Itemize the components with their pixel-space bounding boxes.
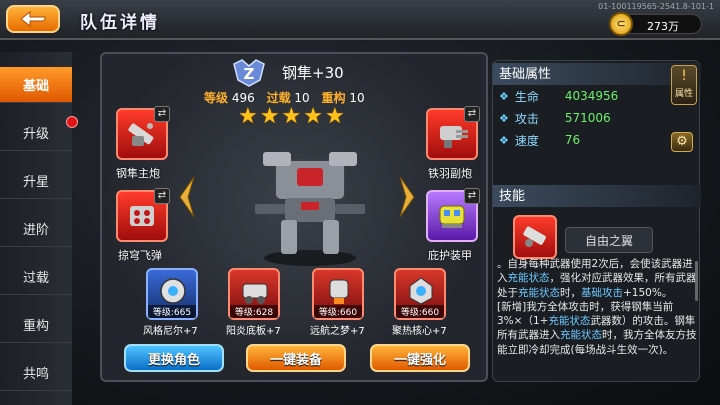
coin-icon: ⊂ (609, 12, 633, 36)
swap-icon: ⇄ (464, 106, 480, 122)
skill-desc-highlight: 充能状态 (548, 315, 591, 328)
attr-name: 攻击 (514, 111, 539, 126)
rebuild-value: 10 (349, 91, 365, 105)
core-icon (409, 277, 433, 305)
star-icon: ★ (281, 104, 302, 129)
attr-row-speed: ❖ 速度 76 (499, 131, 580, 149)
rank-badge-icon: Z (233, 59, 265, 87)
attr-value: 571006 (564, 111, 611, 125)
swap-icon: ⇄ (154, 106, 170, 122)
equip-slot-gatling[interactable]: ⇄ (426, 106, 480, 160)
skill-scrollbar[interactable] (695, 261, 698, 301)
page-title: 队伍详情 (80, 13, 160, 33)
sidebar: 基础 升级 升星 进阶 过载 重构 共鸣 (0, 52, 72, 405)
settings-gear-icon[interactable]: ⚙ (671, 132, 693, 152)
skill-desc-highlight: 充能状态 (518, 286, 560, 299)
attr-value: 76 (564, 133, 581, 147)
support-level: 等级:628 (230, 305, 278, 318)
support-level: 等级:660 (314, 305, 362, 318)
exclamation-icon: ! (681, 68, 687, 84)
thruster-icon (329, 279, 349, 304)
character-mecha-image (255, 152, 365, 266)
equip-label-missile: 掠穹飞弹 (118, 249, 162, 262)
top-bar: 队伍详情 01-100119565-2541.8-101-1 ⊂ 273万 (0, 0, 720, 40)
support-level: 等级:665 (148, 305, 196, 318)
diamond-icon: ❖ (499, 111, 509, 125)
attributes-button-label: 属性 (674, 89, 693, 99)
equip-label-main-cannon: 钢隼主炮 (116, 167, 160, 180)
attributes-header: 基础属性 (493, 63, 701, 85)
skill-desc-text: 时， (560, 286, 581, 299)
star-rating: ★ ★ ★ ★ ★ (238, 106, 345, 128)
equip-label-armor: 庇护装甲 (428, 249, 472, 262)
skill-desc-text: +150%。 (623, 286, 673, 299)
sidebar-item-star-up[interactable]: 升星 (0, 163, 72, 199)
support-slot-1[interactable]: 等级:665 (146, 268, 198, 320)
star-icon: ★ (303, 104, 323, 129)
support-level: 等级:660 (396, 305, 444, 318)
prev-character-arrow-icon[interactable] (176, 175, 198, 219)
currency-display[interactable]: ⊂ 273万 (609, 12, 702, 36)
info-panel: 基础属性 ! 属性 ❖ 生命 4034956 ❖ 攻击 571006 ❖ 速度 … (492, 60, 701, 382)
skill-description: 。自身每种武器使用2次后，会使该武器进入充能状态，强化对应武器效果，所有武器处于… (497, 257, 697, 381)
swap-icon: ⇄ (464, 188, 480, 204)
support-slot-2[interactable]: 等级:628 (228, 268, 280, 320)
support-slot-3[interactable]: 等级:660 (312, 268, 364, 320)
support-slot-4[interactable]: 等级:660 (394, 268, 446, 320)
equip-label-gatling: 铁羽副炮 (428, 167, 472, 180)
support-label-4: 聚热核心+7 (392, 326, 447, 337)
star-icon: ★ (324, 104, 345, 129)
attr-row-attack: ❖ 攻击 571006 (499, 109, 611, 127)
server-id-text: 01-100119565-2541.8-101-1 (598, 2, 714, 11)
svg-text:Z: Z (244, 65, 255, 83)
diamond-icon: ❖ (499, 133, 509, 147)
equip-slot-missile[interactable]: ⇄ (116, 188, 170, 242)
back-arrow-icon (20, 10, 46, 28)
sidebar-item-upgrade[interactable]: 升级 (0, 115, 72, 151)
skill-desc-highlight: 充能状态 (507, 272, 550, 285)
sidebar-item-rebuild[interactable]: 重构 (0, 307, 72, 343)
back-button[interactable] (6, 5, 60, 33)
equip-slot-main-cannon[interactable]: ⇄ (116, 106, 170, 160)
sidebar-item-basic[interactable]: 基础 (0, 67, 72, 103)
notification-badge (66, 116, 78, 128)
skill-icon-button[interactable] (513, 215, 557, 259)
attr-row-hp: ❖ 生命 4034956 (499, 87, 618, 105)
auto-enhance-button[interactable]: 一键强化 (370, 344, 470, 372)
level-value: 496 (231, 91, 255, 105)
overload-label: 过载 (266, 91, 291, 105)
skill-desc-highlight: 充能状态 (560, 329, 602, 342)
weapon-claw-icon (523, 226, 546, 247)
sidebar-item-advance[interactable]: 进阶 (0, 211, 72, 247)
skill-desc-highlight: 基础攻击 (581, 286, 623, 299)
level-label: 等级 (204, 91, 229, 105)
support-label-2: 阳炎底板+7 (226, 326, 281, 337)
sidebar-item-resonance[interactable]: 共鸣 (0, 355, 72, 391)
skill-name: 自由之翼 (565, 227, 653, 253)
auto-equip-button[interactable]: 一键装备 (246, 344, 346, 372)
chassis-icon (242, 283, 268, 304)
rebuild-label: 重构 (321, 91, 346, 105)
currency-amount: 273万 (647, 20, 679, 33)
support-label-1: 风格尼尔+7 (143, 326, 198, 337)
sidebar-item-overload[interactable]: 过载 (0, 259, 72, 295)
skill-header: 技能 (493, 185, 701, 207)
overload-value: 10 (294, 91, 310, 105)
attr-value: 4034956 (564, 89, 619, 103)
robot-drone-icon (160, 278, 186, 304)
change-character-button[interactable]: 更换角色 (124, 344, 224, 372)
next-character-arrow-icon[interactable] (396, 175, 418, 219)
star-icon: ★ (259, 104, 280, 129)
star-icon: ★ (238, 104, 258, 129)
team-detail-screen: 队伍详情 01-100119565-2541.8-101-1 ⊂ 273万 基础… (0, 0, 720, 405)
attr-name: 速度 (514, 133, 539, 148)
diamond-icon: ❖ (499, 89, 509, 103)
character-name: 钢隼+30 (282, 64, 344, 82)
swap-icon: ⇄ (154, 188, 170, 204)
support-label-3: 远航之梦+7 (310, 326, 365, 337)
attributes-detail-button[interactable]: ! 属性 (671, 65, 697, 105)
equip-slot-armor[interactable]: ⇄ (426, 188, 480, 242)
attr-name: 生命 (514, 89, 539, 104)
